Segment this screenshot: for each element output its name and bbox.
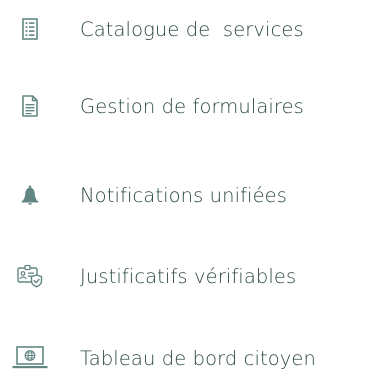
list-document-icon bbox=[12, 14, 48, 44]
menu-item-label: Gestion de formulaires bbox=[80, 94, 304, 118]
menu-item-label: Notifications unifiées bbox=[80, 183, 288, 207]
bell-icon bbox=[12, 180, 48, 210]
menu-item-catalogue-services[interactable]: Catalogue de services bbox=[0, 7, 373, 51]
form-document-icon bbox=[12, 91, 48, 121]
menu-item-label: Justificatifs vérifiables bbox=[80, 264, 297, 288]
menu-item-gestion-formulaires[interactable]: Gestion de formulaires bbox=[0, 84, 373, 128]
menu-item-tableau-de-bord-citoyen[interactable]: Tableau de bord citoyen bbox=[0, 336, 373, 380]
id-badge-shield-icon bbox=[12, 261, 48, 291]
menu-item-justificatifs-verifiables[interactable]: Justificatifs vérifiables bbox=[0, 254, 373, 298]
menu-item-label: Catalogue de services bbox=[80, 17, 304, 41]
menu-item-notifications-unifiees[interactable]: Notifications unifiées bbox=[0, 173, 373, 217]
menu-item-label: Tableau de bord citoyen bbox=[80, 346, 316, 370]
services-menu: Catalogue de services Gestion de formula… bbox=[0, 0, 373, 373]
laptop-globe-icon bbox=[12, 343, 48, 373]
